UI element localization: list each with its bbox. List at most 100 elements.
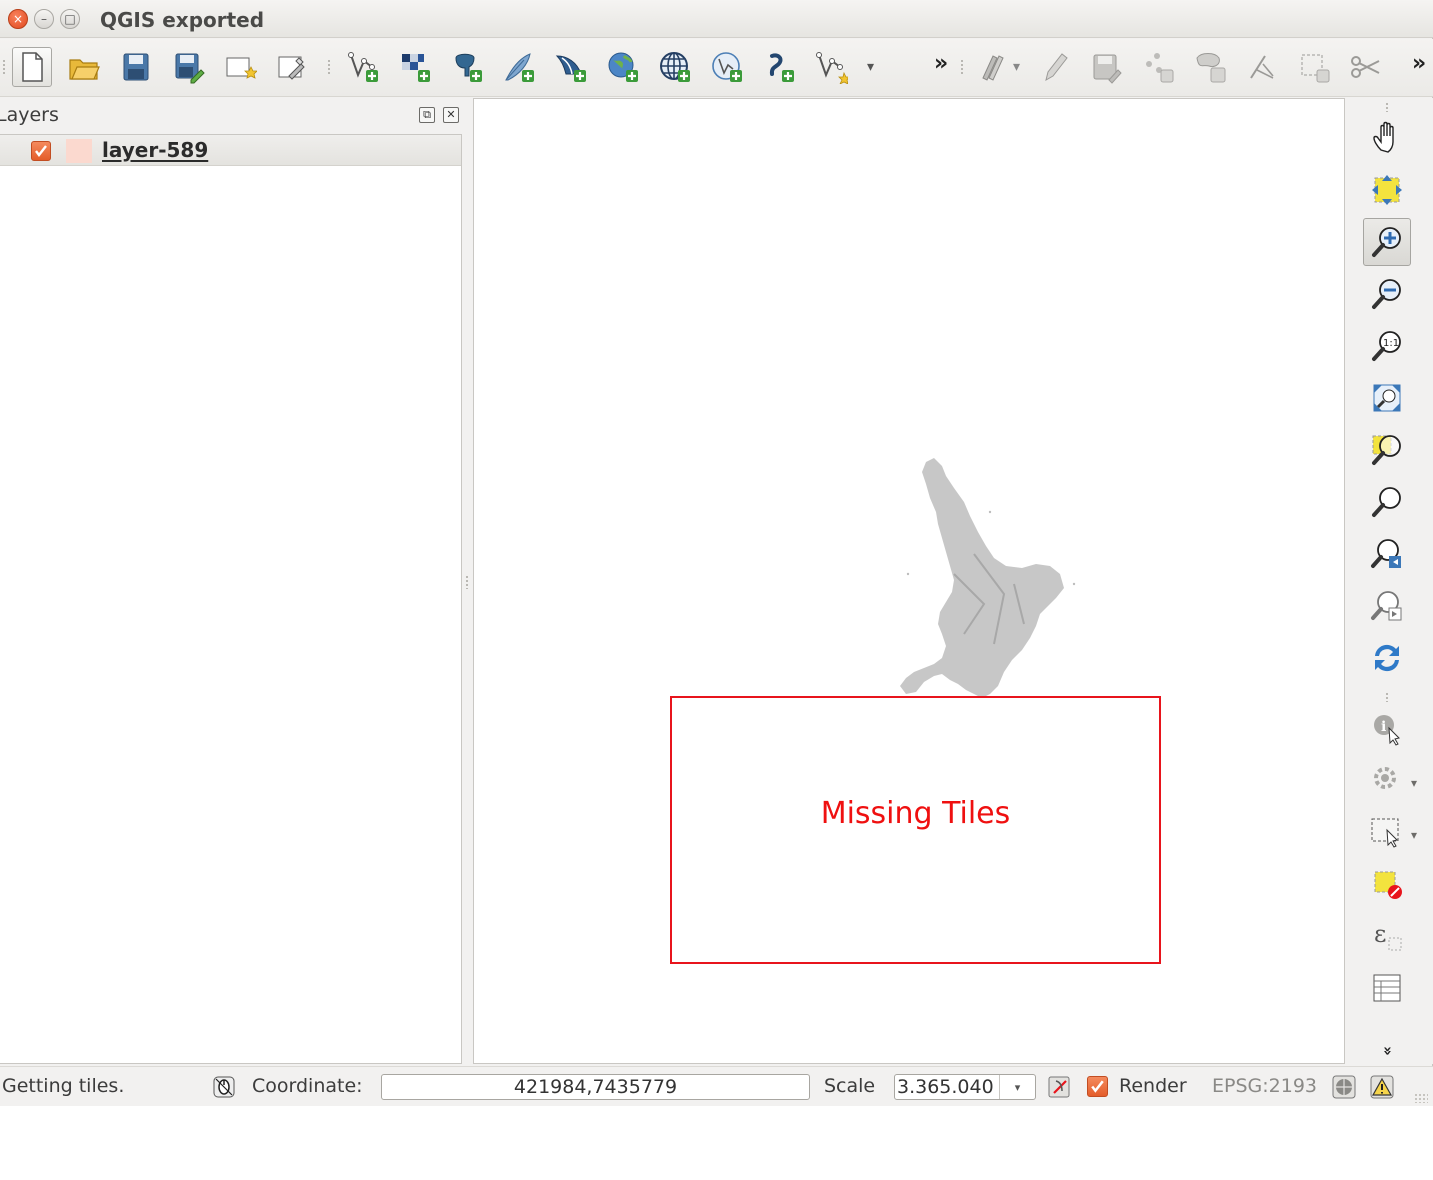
select-by-expression-button[interactable]: ε (1363, 912, 1411, 960)
toolbar-overflow-button-right[interactable]: » (1412, 51, 1426, 76)
new-project-button[interactable] (12, 47, 52, 87)
zoom-in-button[interactable] (1363, 218, 1411, 266)
toggle-editing-button[interactable] (1034, 47, 1074, 87)
zoom-last-icon (1371, 539, 1401, 568)
add-vector-layer-button[interactable] (343, 47, 383, 87)
refresh-icon (1375, 644, 1399, 672)
current-edits-button[interactable] (974, 47, 1014, 87)
save-project-button[interactable] (116, 47, 156, 87)
coordinate-input[interactable] (381, 1074, 810, 1100)
identify-button[interactable]: i (1363, 704, 1411, 752)
toolbar-handle[interactable] (1385, 102, 1389, 112)
crs-label[interactable]: EPSG:2193 (1212, 1075, 1317, 1097)
save-edits-button[interactable] (1086, 47, 1126, 87)
close-icon: ✕ (446, 108, 456, 121)
pan-button[interactable] (1363, 114, 1411, 162)
zoom-native-button[interactable]: 1:1 (1363, 322, 1411, 370)
new-shapefile-button[interactable] (811, 47, 851, 87)
layer-name[interactable]: layer-589 (102, 138, 208, 162)
render-label: Render (1119, 1075, 1187, 1097)
add-postgis-layer-button[interactable] (447, 47, 487, 87)
new-project-icon (22, 52, 43, 82)
add-spatialite-layer-icon (505, 53, 534, 82)
add-wcs-layer-button[interactable] (655, 47, 695, 87)
zoom-full-button[interactable] (1363, 374, 1411, 422)
map-canvas[interactable]: Missing Tiles (473, 98, 1345, 1064)
cut-features-button[interactable] (1346, 47, 1386, 87)
new-layer-dropdown[interactable]: ▾ (867, 59, 874, 75)
run-action-dropdown[interactable]: ▾ (1411, 776, 1417, 790)
zoom-to-layer-button[interactable] (1363, 478, 1411, 526)
open-project-button[interactable] (64, 47, 104, 87)
add-feature-button[interactable] (1138, 47, 1178, 87)
layer-tree[interactable]: layer-589 (0, 134, 462, 1064)
window-minimize-button[interactable]: – (34, 9, 54, 29)
delete-selected-button[interactable] (1294, 47, 1334, 87)
select-features-icon (1371, 818, 1399, 848)
landmass-shape (900, 458, 1076, 698)
panel-close-button[interactable]: ✕ (443, 107, 459, 123)
panel-splitter[interactable] (465, 575, 469, 589)
select-features-dropdown[interactable]: ▾ (1411, 828, 1417, 842)
scale-input[interactable] (895, 1075, 999, 1099)
add-delimited-text-button[interactable] (759, 47, 799, 87)
panel-float-button[interactable]: ⧉ (419, 107, 435, 123)
zoom-full-icon (1373, 384, 1401, 412)
zoom-to-selection-button[interactable] (1363, 426, 1411, 474)
select-features-button[interactable] (1363, 808, 1411, 856)
current-edits-dropdown[interactable]: ▾ (1013, 59, 1020, 75)
scale-combobox[interactable]: ▾ (894, 1074, 1036, 1100)
save-as-button[interactable] (168, 47, 208, 87)
float-icon: ⧉ (423, 108, 431, 121)
add-raster-layer-button[interactable] (395, 47, 435, 87)
add-mssql-layer-button[interactable] (551, 47, 591, 87)
toolbar-more-button[interactable]: » (1379, 1042, 1397, 1060)
run-action-icon (1374, 767, 1396, 789)
render-checkbox[interactable] (1087, 1076, 1108, 1097)
resize-grip[interactable] (1414, 1093, 1428, 1103)
layer-item[interactable]: layer-589 (0, 135, 461, 166)
new-print-composer-icon (226, 57, 257, 79)
missing-tiles-text: Missing Tiles (820, 796, 1011, 831)
maximize-icon: □ (64, 12, 76, 26)
zoom-out-button[interactable] (1363, 270, 1411, 318)
composer-manager-button[interactable] (272, 47, 312, 87)
layer-visibility-checkbox[interactable] (31, 141, 51, 161)
zoom-to-layer-icon (1372, 487, 1401, 517)
attribute-table-icon (1373, 974, 1401, 1002)
new-print-composer-button[interactable] (220, 47, 260, 87)
stop-render-button[interactable] (1047, 1074, 1073, 1100)
scale-dropdown-button[interactable]: ▾ (999, 1075, 1035, 1099)
composer-manager-icon (278, 56, 305, 80)
toggle-extents-button[interactable] (211, 1074, 237, 1100)
window-maximize-button[interactable]: □ (60, 9, 80, 29)
run-action-button[interactable] (1363, 756, 1411, 804)
pan-to-selection-icon (1372, 175, 1402, 205)
messages-button[interactable] (1369, 1074, 1395, 1100)
add-wms-layer-button[interactable] (603, 47, 643, 87)
projection-button[interactable] (1331, 1074, 1357, 1100)
window-close-button[interactable]: × (8, 9, 28, 29)
toolbar-overflow-button[interactable]: » (934, 51, 948, 76)
move-feature-button[interactable] (1190, 47, 1230, 87)
zoom-in-icon (1372, 227, 1401, 257)
refresh-button[interactable] (1363, 634, 1411, 682)
add-feature-icon (1146, 53, 1174, 83)
save-edits-icon (1093, 54, 1122, 84)
toolbar-handle[interactable] (2, 59, 6, 75)
zoom-last-button[interactable] (1363, 530, 1411, 578)
zoom-native-icon: 1:1 (1372, 331, 1401, 361)
chevron-down-icon: ▾ (1014, 1080, 1021, 1094)
add-wfs-layer-button[interactable] (707, 47, 747, 87)
node-tool-button[interactable] (1242, 47, 1282, 87)
deselect-button[interactable] (1363, 860, 1411, 908)
new-shapefile-icon (816, 52, 848, 84)
add-mssql-layer-icon (555, 55, 586, 82)
open-project-icon (69, 59, 100, 80)
pan-to-selection-button[interactable] (1363, 166, 1411, 214)
zoom-next-button[interactable] (1363, 582, 1411, 630)
add-spatialite-layer-button[interactable] (499, 47, 539, 87)
select-by-expression-icon: ε (1374, 920, 1402, 951)
attribute-table-button[interactable] (1363, 964, 1411, 1012)
toolbar-handle[interactable] (960, 59, 964, 75)
